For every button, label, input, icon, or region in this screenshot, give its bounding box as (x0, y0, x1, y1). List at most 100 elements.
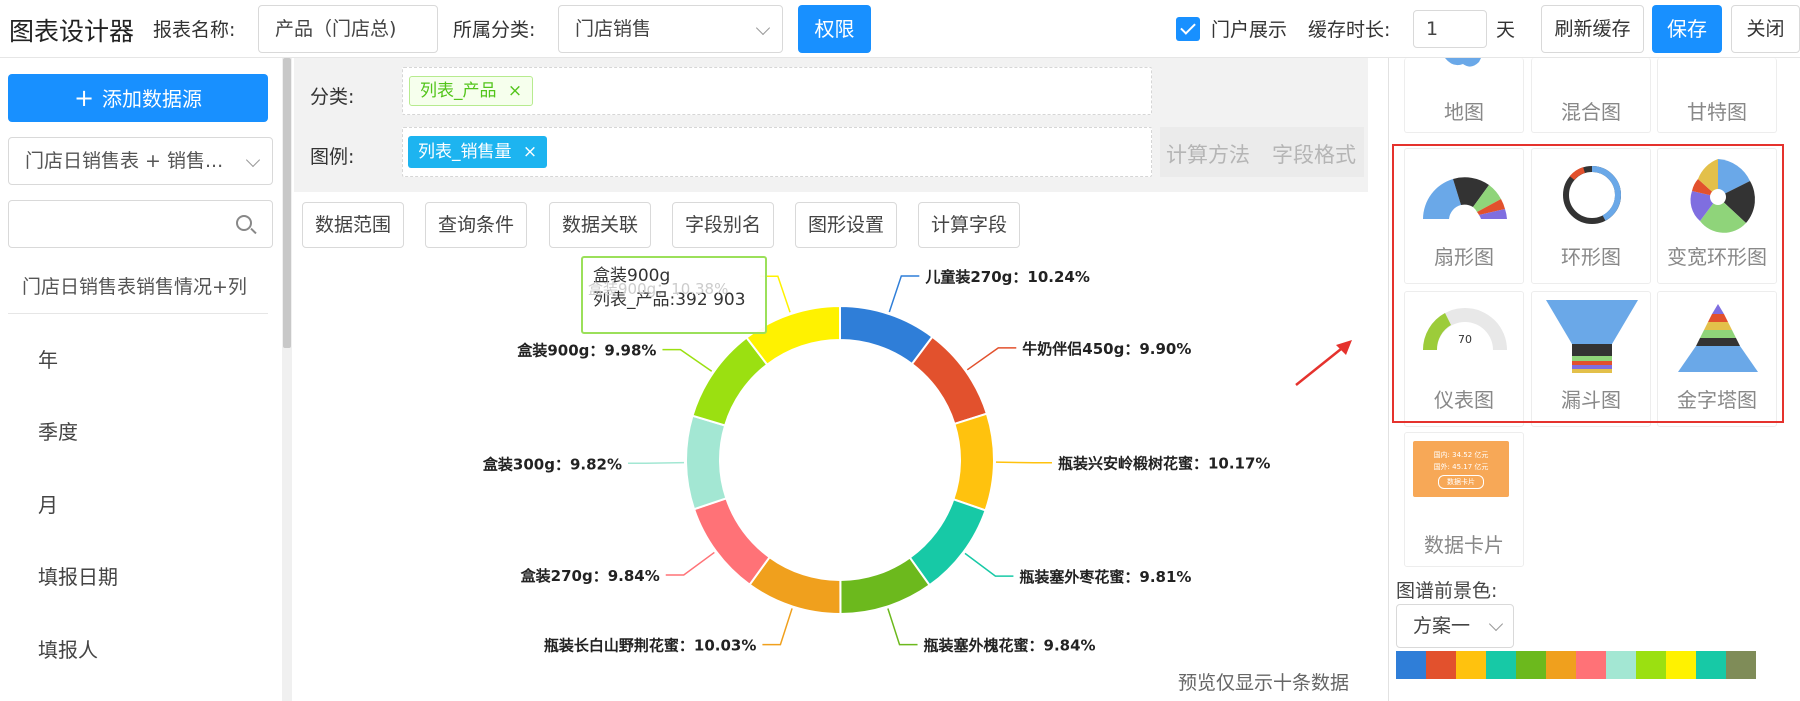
annotation-arrow-icon (1295, 340, 1352, 386)
chevron-down-icon (245, 152, 261, 168)
chart-card-mixed[interactable]: 混合图 (1531, 58, 1651, 133)
slice-label: 瓶装塞外槐花蜜：9.84% (924, 637, 1096, 655)
label-leader-line (662, 348, 713, 372)
category-tag-label: 列表_产品 (420, 81, 497, 101)
tab-data-relation[interactable]: 数据关联 (549, 202, 652, 248)
report-name-label: 报表名称: (153, 19, 236, 41)
legend-field-label: 图例: (310, 146, 355, 168)
search-icon[interactable] (236, 215, 252, 231)
slice-label: 瓶装塞外枣花蜜：9.81% (1019, 568, 1191, 586)
label-leader-line (665, 551, 715, 576)
panel-divider (1388, 58, 1389, 701)
field-format-button[interactable]: 字段格式 (1272, 139, 1356, 169)
data-card-line: 国外: 45.17 亿元 (1433, 463, 1489, 471)
field-item-month[interactable]: 月 (38, 489, 58, 518)
table-title[interactable]: 门店日销售表销售情况+列 (22, 272, 247, 299)
field-item-year[interactable]: 年 (38, 344, 58, 373)
chart-card-data-card[interactable]: 国内: 34.52 亿元 国外: 45.17 亿元 数据卡片 数据卡片 (1404, 432, 1524, 567)
palette-swatch (1636, 651, 1666, 679)
category-tag[interactable]: 列表_产品 × (409, 76, 534, 106)
palette-swatch (1396, 651, 1426, 679)
palette-swatch (1576, 651, 1606, 679)
donut-slice[interactable] (685, 414, 728, 511)
close-button[interactable]: 关闭 (1731, 5, 1800, 53)
permission-button[interactable]: 权限 (798, 5, 871, 53)
app-title: 图表设计器 (9, 17, 135, 46)
slice-label: 瓶装兴安岭椴树花蜜：10.17% (1058, 455, 1270, 473)
cache-duration-input[interactable]: 1 (1413, 10, 1487, 48)
add-datasource-button[interactable]: + 添加数据源 (8, 74, 268, 122)
preview-note: 预览仅显示十条数据 (1178, 672, 1350, 694)
field-item-quarter[interactable]: 季度 (38, 416, 78, 445)
palette-swatch (1606, 651, 1636, 679)
donut-slice[interactable] (910, 335, 989, 426)
tooltip-ghost-label: 盒装900g：10.38% (588, 280, 729, 298)
chevron-down-icon (755, 20, 771, 36)
calc-method-button[interactable]: 计算方法 (1166, 139, 1250, 169)
highlight-box (1392, 144, 1784, 423)
palette-swatch (1726, 651, 1756, 679)
map-icon (1445, 58, 1481, 67)
divider (8, 313, 268, 314)
save-button[interactable]: 保存 (1652, 5, 1722, 53)
donut-slice[interactable] (839, 556, 932, 616)
slice-label: 盒装300g：9.82% (482, 455, 622, 473)
slice-label: 瓶装长白山野荆花蜜：10.03% (544, 637, 756, 655)
data-card-line: 数据卡片 (1438, 475, 1484, 489)
chart-card-label: 甘特图 (1687, 100, 1747, 124)
chart-card-gantt[interactable]: 甘特图 (1657, 58, 1777, 133)
tab-field-alias[interactable]: 字段别名 (672, 202, 775, 248)
slice-label: 牛奶伴侣450g：9.90% (1022, 340, 1191, 358)
chart-card-label: 混合图 (1561, 100, 1621, 124)
field-item-filler[interactable]: 填报人 (38, 634, 98, 663)
palette-swatch (1666, 651, 1696, 679)
legend-drop-zone[interactable]: 列表_销售量 × (402, 127, 1152, 177)
cache-unit: 天 (1496, 19, 1516, 41)
donut-chart[interactable]: 儿童装270g：10.24% 牛奶伴侣450g：9.90% 瓶装兴安岭椴树花蜜：10… (294, 248, 1374, 701)
close-icon[interactable]: × (523, 142, 537, 162)
add-datasource-label: 添加数据源 (102, 87, 203, 111)
refresh-cache-button[interactable]: 刷新缓存 (1541, 5, 1644, 53)
label-leader-line (966, 347, 1017, 371)
palette-swatch (1426, 651, 1456, 679)
data-card-line: 国内: 34.52 亿元 (1433, 451, 1489, 459)
donut-slice[interactable] (952, 412, 995, 512)
scrollbar-thumb[interactable] (283, 58, 291, 348)
field-search-input[interactable] (8, 200, 273, 248)
category-select-value: 门店销售 (575, 18, 652, 40)
tab-computed-fields[interactable]: 计算字段 (918, 202, 1021, 248)
label-leader-line (762, 608, 793, 646)
palette-swatch (1516, 651, 1546, 679)
palette-select[interactable]: 方案一 (1396, 604, 1514, 648)
portal-show-label: 门户展示 (1211, 19, 1288, 41)
tab-data-range[interactable]: 数据范围 (302, 202, 405, 248)
palette-select-value: 方案一 (1413, 615, 1471, 637)
category-field-label: 分类: (310, 86, 355, 108)
slice-label: 儿童装270g：10.24% (924, 268, 1090, 286)
palette-swatch (1486, 651, 1516, 679)
chart-card-map[interactable]: 地图 (1404, 58, 1524, 133)
chart-card-label: 数据卡片 (1424, 533, 1504, 557)
report-name-input[interactable]: 产品（门店总) (258, 5, 438, 53)
left-scrollbar[interactable] (282, 58, 292, 701)
legend-tag-label: 列表_销售量 (418, 142, 512, 162)
legend-tag[interactable]: 列表_销售量 × (408, 136, 548, 168)
donut-slice[interactable] (692, 497, 771, 587)
tab-query-conditions[interactable]: 查询条件 (425, 202, 528, 248)
close-icon[interactable]: × (508, 81, 522, 101)
datasource-select[interactable]: 门店日销售表 + 销售... (8, 137, 273, 185)
field-item-fill-date[interactable]: 填报日期 (38, 561, 118, 590)
palette-label: 图谱前景色: (1396, 580, 1498, 602)
label-leader-line (964, 552, 1014, 577)
portal-show-checkbox[interactable] (1176, 17, 1200, 41)
label-leader-line (995, 461, 1052, 464)
data-card-icon: 国内: 34.52 亿元 国外: 45.17 亿元 数据卡片 (1413, 441, 1509, 497)
datasource-panel: + 添加数据源 门店日销售表 + 销售... 门店日销售表销售情况+列 (0, 58, 282, 701)
palette-swatches (1396, 651, 1756, 679)
category-drop-zone[interactable]: 列表_产品 × (402, 67, 1152, 115)
plus-icon: + (73, 84, 95, 112)
tab-graph-settings[interactable]: 图形设置 (795, 202, 898, 248)
category-select[interactable]: 门店销售 (558, 5, 783, 53)
slice-label: 盒装270g：9.84% (520, 567, 660, 585)
datasource-select-value: 门店日销售表 + 销售... (25, 150, 224, 172)
